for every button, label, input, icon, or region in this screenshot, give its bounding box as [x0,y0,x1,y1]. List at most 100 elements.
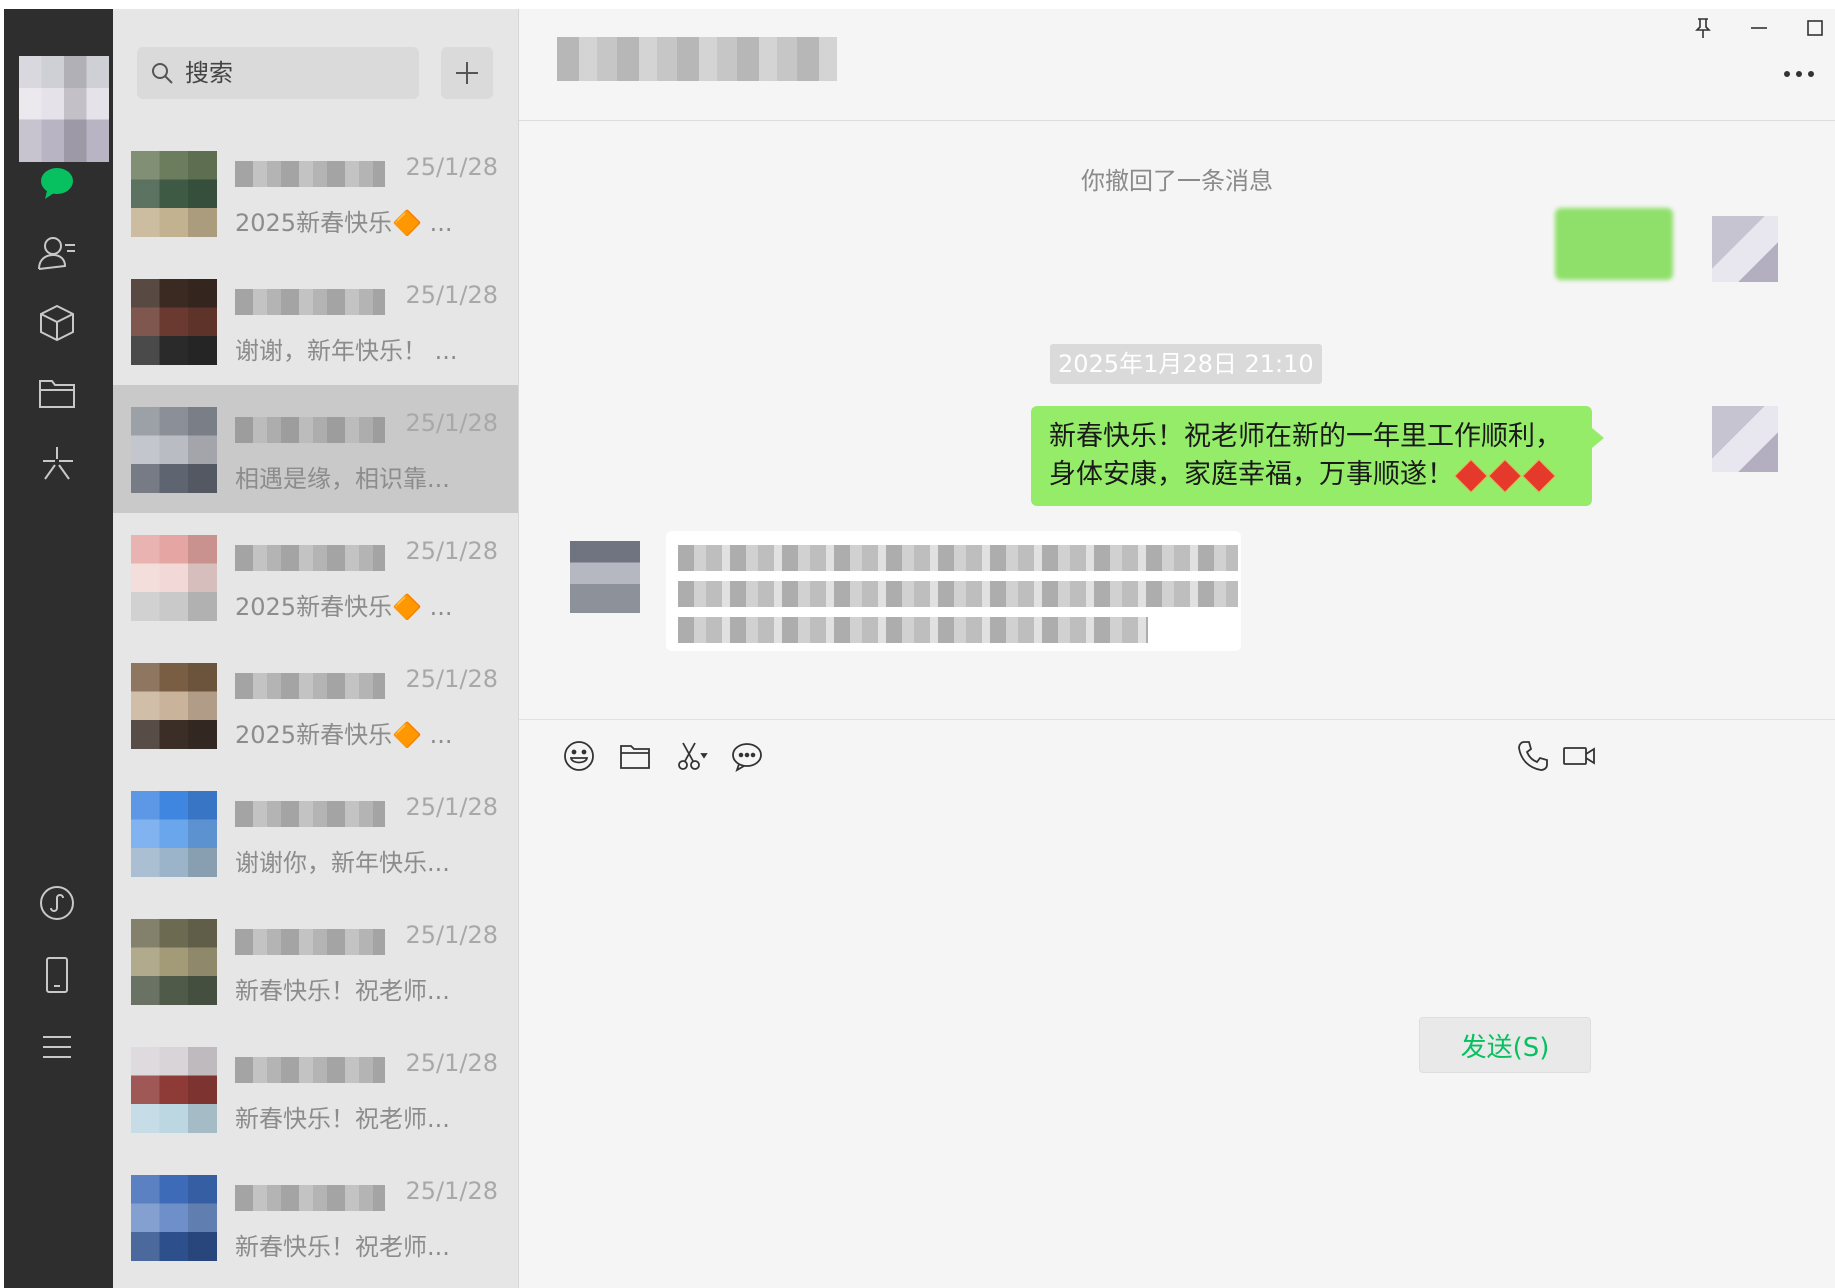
session-preview: 2025新春快乐🔶 ... [235,721,453,749]
plus-icon [456,62,478,84]
nav-sidebar [4,9,113,1288]
nav-mini-programs-button[interactable] [29,875,85,931]
input-toolbar [519,719,1835,784]
session-time: 25/1/28 [405,921,498,949]
session-name [235,929,385,955]
session-item[interactable]: 25/1/28 新春快乐！祝老师... [113,1153,518,1281]
blurred-text-line [678,581,1238,607]
folder-icon [620,745,650,769]
session-name [235,161,385,187]
emoji-button[interactable] [559,736,599,776]
chat-icon [41,168,73,199]
session-name [235,1057,385,1083]
menu-icon [43,1036,71,1058]
search-input[interactable] [183,58,407,88]
session-preview: 谢谢你，新年快乐... [235,849,450,877]
session-item[interactable]: 25/1/28 2025新春快乐🔶 ... [113,129,518,257]
pin-icon [1695,18,1711,38]
session-avatar [131,151,217,237]
nav-chat-button[interactable] [29,155,85,211]
my-message-avatar[interactable] [1712,216,1778,282]
screenshot-button[interactable] [671,736,711,776]
blurred-text-line [678,545,1238,571]
pin-button[interactable] [1681,9,1725,47]
session-avatar [131,791,217,877]
minimize-icon [1751,27,1767,29]
session-preview: 谢谢，新年快乐！ ... [235,337,458,365]
session-time: 25/1/28 [405,537,498,565]
session-item[interactable]: 25/1/28 新春快乐！祝老师... [113,897,518,1025]
session-name [235,1185,385,1211]
session-item[interactable]: 25/1/28 谢谢你，新年快乐... [113,769,518,897]
session-time: 25/1/28 [405,1049,498,1077]
nav-menu-button[interactable] [29,1019,85,1075]
nav-files-button[interactable] [29,365,85,421]
session-item[interactable]: 25/1/28 新春快乐！祝老师... [113,1025,518,1153]
collections-icon [40,304,74,342]
send-file-button[interactable] [615,736,655,776]
moments-icon [43,447,73,480]
maximize-icon [1807,20,1823,36]
fu-emoji-icon [1454,458,1556,493]
session-preview: 相遇是缘，相识靠... [235,465,450,493]
chat-bubble-icon [732,743,762,772]
nav-contacts-button[interactable] [29,225,85,281]
session-time: 25/1/28 [405,1177,498,1205]
session-item[interactable]: 25/1/28 2025新春快乐🔶 ... [113,513,518,641]
session-item[interactable]: 25/1/28 2025新春快乐🔶 ... [113,641,518,769]
session-avatar [131,663,217,749]
voice-call-button[interactable] [1513,736,1553,776]
mini-programs-icon [40,886,74,920]
maximize-button[interactable] [1793,9,1835,47]
wechat-window: 25/1/282025新春快乐🔶 ...25/1/28谢谢，新年快乐！ ...2… [4,9,1835,1288]
session-name [235,545,385,571]
blurred-message-bubble [1555,208,1673,280]
my-avatar[interactable] [19,56,109,162]
session-preview: 新春快乐！祝老师... [235,1105,450,1133]
message-area: 你撤回了一条消息 2025年1月28日 21:10 新春快乐！祝老师在新的一年里… [519,121,1835,719]
session-name [235,289,385,315]
more-button[interactable] [1777,59,1821,89]
search-box[interactable] [137,47,419,99]
session-preview: 2025新春快乐🔶 ... [235,209,453,237]
chat-panel: 你撤回了一条消息 2025年1月28日 21:10 新春快乐！祝老师在新的一年里… [519,9,1835,1288]
message-input[interactable] [559,789,1803,1173]
nav-moments-button[interactable] [29,435,85,491]
session-avatar [131,919,217,1005]
video-call-icon [1563,747,1595,765]
session-time: 25/1/28 [405,281,498,309]
session-item[interactable]: 25/1/28 相遇是缘，相识靠... [113,385,518,513]
session-name [235,673,385,699]
friend-message-bubble[interactable] [666,531,1241,651]
message-timestamp: 2025年1月28日 21:10 [1050,344,1322,384]
my-message-avatar-2[interactable] [1712,406,1778,472]
nav-phone-button[interactable] [29,947,85,1003]
session-time: 25/1/28 [405,793,498,821]
session-time: 25/1/28 [405,153,498,181]
chat-title [557,37,837,81]
friend-avatar[interactable] [570,541,640,613]
blurred-text-line [678,617,1148,643]
nav-collections-button[interactable] [29,295,85,351]
session-avatar [131,279,217,365]
add-button[interactable] [441,47,493,99]
session-preview: 2025新春快乐🔶 ... [235,593,453,621]
emoji-icon [564,741,594,771]
search-icon [152,63,173,84]
session-avatar [131,535,217,621]
session-name [235,417,385,443]
send-button[interactable]: 发送(S) [1419,1017,1591,1073]
chat-history-button[interactable] [727,736,767,776]
session-list-panel: 25/1/282025新春快乐🔶 ...25/1/28谢谢，新年快乐！ ...2… [113,9,519,1288]
more-icon [1784,71,1814,77]
session-time: 25/1/28 [405,665,498,693]
session-item[interactable]: 25/1/28 谢谢，新年快乐！ ... [113,257,518,385]
recall-notice: 你撤回了一条消息 [1081,167,1273,195]
minimize-button[interactable] [1737,9,1781,47]
session-avatar [131,1175,217,1261]
video-call-button[interactable] [1559,736,1599,776]
session-time: 25/1/28 [405,409,498,437]
chat-header [519,9,1835,121]
files-icon [39,380,75,408]
my-message-bubble[interactable]: 新春快乐！祝老师在新的一年里工作顺利，身体安康，家庭幸福，万事顺遂！ [1031,406,1604,506]
